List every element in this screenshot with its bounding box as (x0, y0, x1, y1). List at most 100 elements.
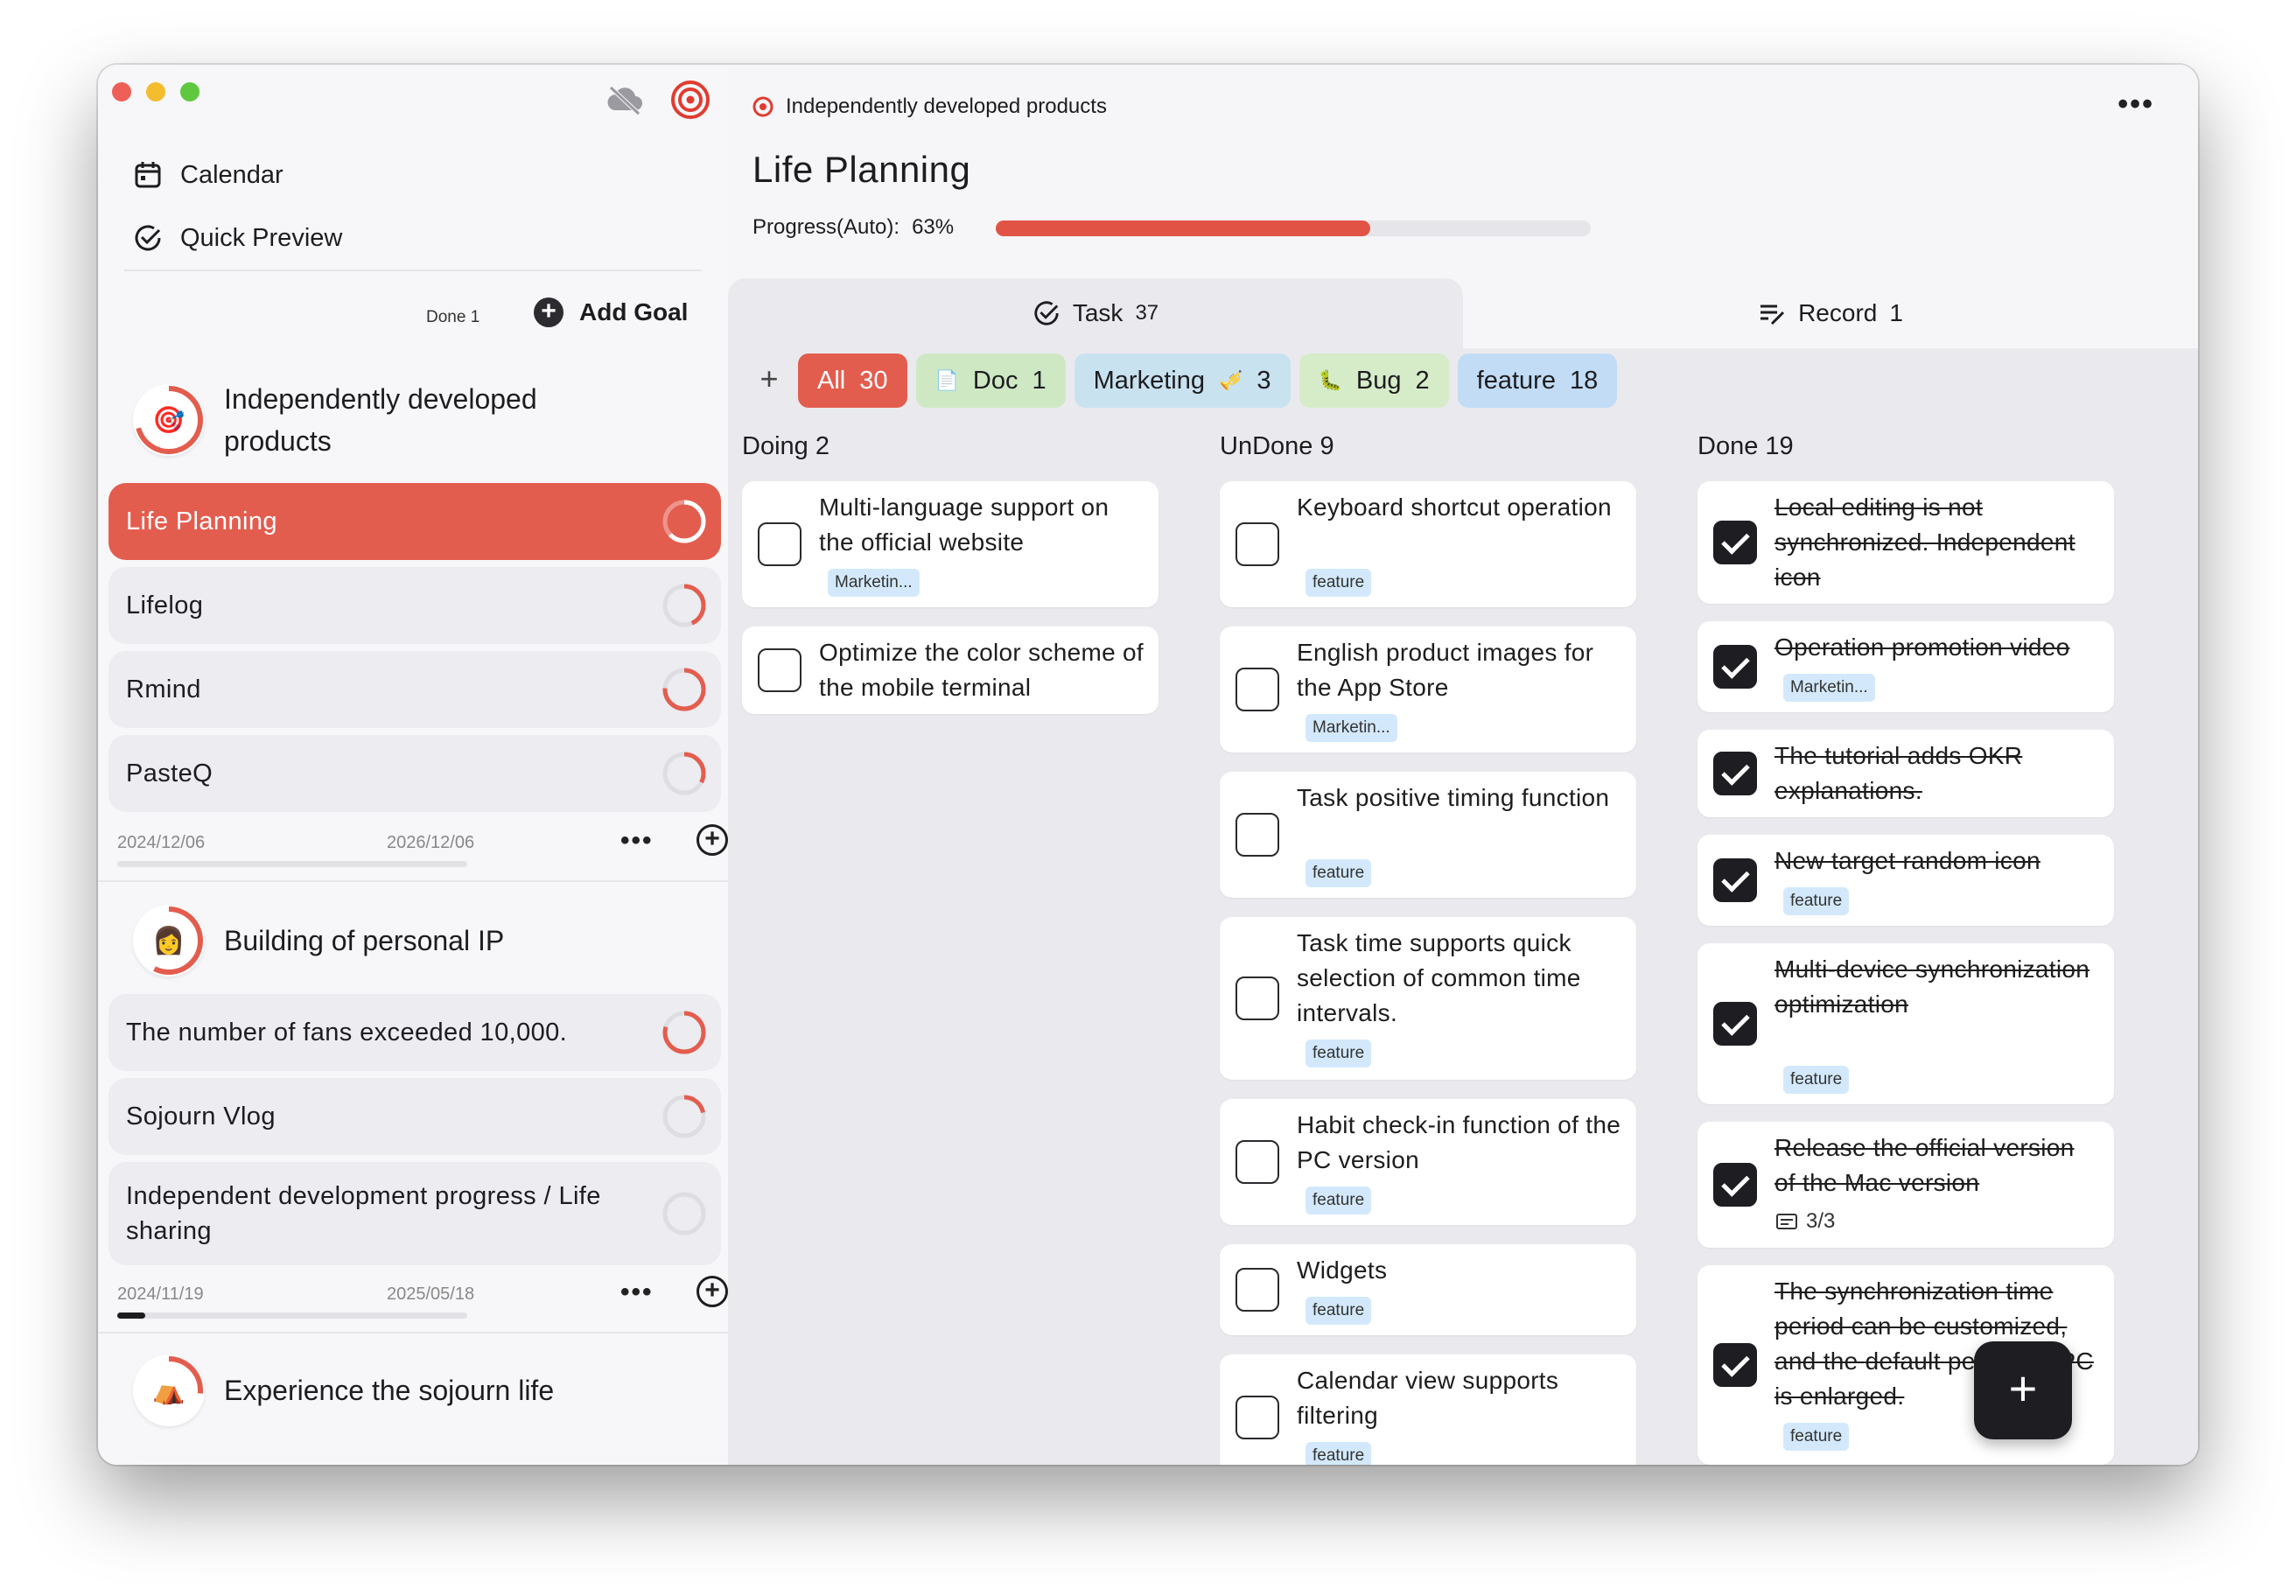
task-checkbox-checked[interactable] (1713, 521, 1757, 564)
cloud-off-icon[interactable] (606, 84, 644, 116)
goal-time-progress (117, 1312, 467, 1319)
goal-progress-ring: 🎯 (133, 384, 205, 456)
target-icon (752, 96, 774, 117)
task-card[interactable]: Multi-language support on the official w… (742, 481, 1158, 607)
column-header-undone: UnDone 9 (1220, 432, 1334, 460)
add-filter-button[interactable]: + (749, 354, 789, 408)
task-card[interactable]: Task positive timing function feature (1220, 772, 1636, 898)
filter-chip-bug[interactable]: 🐛 Bug 2 (1298, 354, 1449, 408)
task-checkbox-checked[interactable] (1713, 645, 1757, 689)
task-card[interactable]: New target random icon feature (1698, 835, 2114, 926)
task-checkbox[interactable] (1236, 1140, 1279, 1184)
goal-end-date: 2025/05/18 (387, 1284, 475, 1304)
tab-bar: Task 37 Record 1 (728, 278, 2198, 348)
tab-record[interactable]: Record 1 (1463, 278, 2198, 348)
calendar-icon (135, 162, 161, 188)
task-title: Keyboard shortcut operation (1297, 494, 1612, 521)
check-circle-icon (1034, 301, 1059, 326)
goal-header[interactable]: ⛺ Experience the sojourn life (133, 1354, 554, 1426)
task-checkbox-checked[interactable] (1713, 1163, 1757, 1207)
task-checkbox[interactable] (1236, 976, 1279, 1020)
task-checkbox[interactable] (1236, 813, 1279, 857)
task-checkbox[interactable] (1236, 1268, 1279, 1312)
goal-item-label: Independent development progress / Life … (126, 1182, 601, 1245)
task-card[interactable]: Calendar view supports filtering feature (1220, 1354, 1636, 1465)
breadcrumb[interactable]: Independently developed products (752, 94, 1107, 119)
goal-item-lifelog[interactable]: Lifelog (108, 567, 721, 644)
task-card[interactable]: English product images for the App Store… (1220, 626, 1636, 752)
progress-ring-icon (662, 1095, 706, 1138)
task-title: Task positive timing function (1297, 784, 1610, 811)
task-checkbox[interactable] (1236, 668, 1279, 711)
task-card[interactable]: Widgets feature (1220, 1244, 1636, 1335)
task-title: Operation promotion video (1774, 634, 2070, 661)
column-header-done: Done 19 (1698, 432, 1794, 460)
task-checkbox-checked[interactable] (1713, 752, 1757, 795)
sidebar-item-quick-preview[interactable]: Quick Preview (133, 214, 483, 262)
goal-item-life-planning[interactable]: Life Planning (108, 483, 721, 560)
task-card[interactable]: Local editing is not synchronized. Indep… (1698, 481, 2114, 604)
add-item-button[interactable]: + (696, 1276, 728, 1307)
task-checkbox[interactable] (1236, 1396, 1279, 1439)
progress-ring-icon (662, 500, 706, 543)
filter-chip-all[interactable]: All 30 (798, 354, 907, 408)
task-checkbox-checked[interactable] (1713, 1343, 1757, 1387)
task-card[interactable]: The tutorial adds OKR explanations. (1698, 730, 2114, 817)
progress-ring-icon (662, 668, 706, 711)
goal-footer: 2024/12/06 2026/12/06 ••• + (117, 824, 728, 868)
goal-item-fans[interactable]: The number of fans exceeded 10,000. (108, 994, 721, 1071)
goal-item-rmind[interactable]: Rmind (108, 651, 721, 728)
filter-chip-marketing[interactable]: Marketing 🎺 3 (1074, 354, 1291, 408)
progress-ring-icon (662, 752, 706, 795)
task-card[interactable]: Release the official version of the Mac … (1698, 1122, 2114, 1248)
filter-chip-feature[interactable]: feature 18 (1457, 354, 1618, 408)
add-goal-button[interactable]: + Add Goal (534, 298, 688, 327)
task-checkbox[interactable] (1236, 522, 1279, 566)
task-checkbox[interactable] (758, 648, 802, 692)
more-options-icon[interactable]: ••• (620, 826, 654, 856)
task-card[interactable]: Multi-device synchronization optimizatio… (1698, 943, 2114, 1104)
task-title: Multi-device synchronization optimizatio… (1774, 956, 2090, 1018)
close-window-button[interactable] (112, 82, 131, 102)
divider (98, 880, 728, 882)
goal-header[interactable]: 🎯 Independently developed products (133, 378, 592, 462)
chip-count: 2 (1415, 366, 1430, 395)
goal-header[interactable]: 👩 Building of personal IP (133, 905, 504, 976)
subtask-progress: 3/3 (1806, 1209, 1836, 1233)
task-card[interactable]: Operation promotion video Marketin... (1698, 621, 2114, 712)
sidebar-item-calendar[interactable]: Calendar (133, 150, 483, 200)
task-card[interactable]: Optimize the color scheme of the mobile … (742, 626, 1158, 714)
task-card[interactable]: Task time supports quick selection of co… (1220, 917, 1636, 1080)
task-card[interactable]: Keyboard shortcut operation feature (1220, 481, 1636, 607)
task-checkbox[interactable] (758, 522, 802, 566)
done-goals-count[interactable]: Done 1 (426, 308, 480, 327)
chip-label: Marketing (1093, 366, 1205, 395)
add-goal-label: Add Goal (579, 298, 689, 326)
main-panel: Independently developed products ••• Lif… (728, 65, 2198, 1465)
task-checkbox-checked[interactable] (1713, 858, 1757, 902)
add-item-button[interactable]: + (696, 824, 728, 856)
tab-count: 1 (1889, 299, 1903, 326)
goal-start-date: 2024/12/06 (117, 833, 206, 852)
more-options-icon[interactable]: ••• (620, 1278, 654, 1307)
task-checkbox-checked[interactable] (1713, 1002, 1757, 1046)
app-logo-target-icon[interactable] (670, 80, 710, 120)
task-title: Optimize the color scheme of the mobile … (819, 639, 1144, 701)
doc-icon: 📄 (934, 369, 959, 391)
task-title: Release the official version of the Mac … (1774, 1134, 2075, 1196)
task-tag: feature (1783, 887, 1850, 915)
tab-task[interactable]: Task 37 (728, 278, 1463, 348)
more-menu-icon[interactable]: ••• (2118, 88, 2154, 122)
goal-item-pasteq[interactable]: PasteQ (108, 735, 721, 812)
filter-chip-doc[interactable]: 📄 Doc 1 (915, 354, 1066, 408)
goal-item-dev-progress[interactable]: Independent development progress / Life … (108, 1162, 721, 1265)
task-title: Calendar view supports filtering (1297, 1367, 1559, 1429)
minimize-window-button[interactable] (146, 82, 165, 102)
add-task-fab[interactable]: + (1974, 1341, 2072, 1439)
bug-icon: 🐛 (1318, 369, 1342, 391)
goal-item-sojourn-vlog[interactable]: Sojourn Vlog (108, 1078, 721, 1155)
maximize-window-button[interactable] (180, 82, 200, 102)
task-card[interactable]: Habit check-in function of the PC versio… (1220, 1099, 1636, 1225)
goal-item-label: Sojourn Vlog (126, 1102, 276, 1130)
task-title: Local editing is not synchronized. Indep… (1774, 494, 2076, 591)
